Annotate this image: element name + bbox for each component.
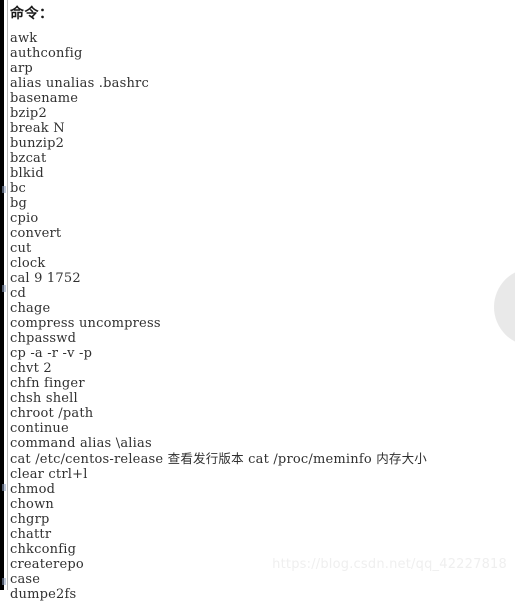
page-title: 命令： [10, 6, 54, 22]
command-list-item: chroot /path [10, 406, 94, 421]
command-list-item: chpasswd [10, 331, 77, 346]
command-list-item: continue [10, 421, 69, 436]
left-edge-bar [0, 0, 4, 590]
gutter-artifact-mark [2, 578, 6, 585]
command-list-item: dumpe2fs [10, 587, 77, 602]
left-margin-rule [7, 0, 8, 590]
command-list: awk authconfig arp alias unalias .bashrc bas… [10, 31, 515, 602]
gutter-artifact-mark [2, 186, 6, 193]
command-list-item: bzcat [10, 151, 47, 166]
command-list-item: break N [10, 121, 65, 136]
command-list-item: cd [10, 286, 27, 301]
command-list-item: cut [10, 241, 32, 256]
command-list-item: authconfig [10, 46, 83, 61]
command-list-item: cat /etc/centos-release 查看发行版本 cat /proc… [10, 451, 428, 467]
gutter-artifact-mark [2, 484, 6, 491]
command-list-item: awk [10, 31, 38, 46]
command-list-item: chattr [10, 527, 52, 542]
command-list-item: blkid [10, 166, 44, 181]
command-list-item: chvt 2 [10, 361, 52, 376]
command-list-item: command alias \alias [10, 436, 152, 451]
command-list-item: alias unalias .bashrc [10, 76, 149, 91]
command-list-item: arp [10, 61, 33, 76]
command-list-item: chkconfig [10, 542, 77, 557]
command-list-item: case [10, 572, 41, 587]
command-list-item: bc [10, 181, 27, 196]
command-list-item: chage [10, 301, 51, 316]
command-list-item: clear ctrl+l [10, 467, 88, 482]
command-list-item: cp -a -r -v -p [10, 346, 93, 361]
title-spacer [10, 24, 515, 31]
command-annotation-cn: 内存大小 [376, 451, 428, 466]
command-list-item: chown [10, 497, 54, 512]
gutter-artifact-mark [2, 285, 6, 292]
csdn-watermark: https://blog.csdn.net/qq_42227818 [272, 557, 507, 572]
document-body: 命令： awk authconfig arp alias unalias .bashr… [10, 0, 515, 602]
command-list-item: basename [10, 91, 79, 106]
command-list-item: clock [10, 256, 46, 271]
command-list-item: bzip2 [10, 106, 47, 121]
command-list-item: cal 9 1752 [10, 271, 81, 286]
command-list-item: convert [10, 226, 62, 241]
command-list-item: bg [10, 196, 28, 211]
command-list-item: cpio [10, 211, 39, 226]
command-list-item: chmod [10, 482, 56, 497]
command-list-item: chfn finger [10, 376, 85, 391]
command-list-item: chsh shell [10, 391, 78, 406]
command-list-item: chgrp [10, 512, 50, 527]
command-list-item: compress uncompress [10, 316, 161, 331]
command-list-item: bunzip2 [10, 136, 65, 151]
command-annotation-cn: 查看发行版本 [167, 451, 244, 466]
